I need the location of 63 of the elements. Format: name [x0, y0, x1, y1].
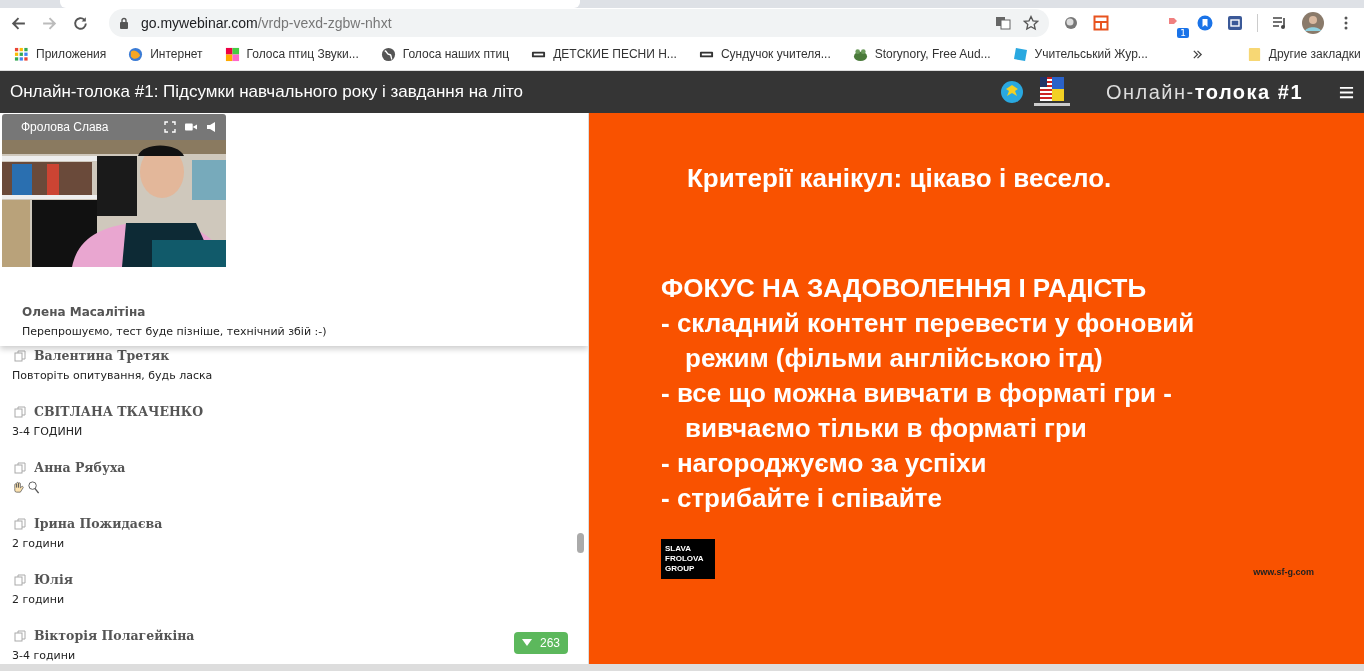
speaker-icon[interactable] — [206, 121, 218, 133]
slide-bullet: - стрибайте і співайте — [661, 484, 943, 513]
message-author: Олена Масалітіна — [22, 305, 147, 319]
message-text: 2 години — [12, 537, 66, 550]
slide-bullet: - нагороджуємо за успіхи — [661, 449, 988, 478]
slide-bullet: вивчаємо тільки в форматі гри — [684, 414, 1088, 443]
scrollbar-thumb[interactable] — [577, 533, 584, 553]
message-text: 3-4 години — [12, 649, 77, 662]
reload-icon[interactable] — [72, 14, 89, 32]
hand-icon — [12, 481, 25, 494]
bookmark-item[interactable]: Приложения — [14, 46, 107, 62]
brand-wordmark: Онлайн-толока #1 — [1105, 80, 1303, 104]
message-text: Повторіть опитування, будь ласка — [12, 369, 214, 382]
flag-logo-icon — [1033, 77, 1070, 107]
message-author: Валентина Третяк — [34, 348, 170, 363]
triangle-icon — [521, 639, 532, 647]
message-text: Перепрошуємо, тест буде пізніше, технічний збій :-) — [22, 325, 328, 338]
layout-icon[interactable] — [1093, 15, 1109, 31]
message-author: Юлія — [34, 572, 73, 587]
circle-icon[interactable] — [1063, 15, 1079, 31]
menu-icon[interactable] — [1339, 84, 1354, 100]
globe-icon — [380, 46, 396, 62]
company-logo: SLAVA FROLOVA GROUP — [661, 539, 715, 579]
bookmark-item[interactable]: Голоса птиц Звуки... — [224, 46, 359, 62]
bookmark-item[interactable]: Интернет — [128, 46, 203, 62]
fullscreen-icon[interactable] — [164, 121, 176, 133]
bookmark-item[interactable]: Голоса наших птиц — [380, 46, 510, 62]
avatar[interactable] — [1302, 12, 1324, 34]
webinar-title: Онлайн-толока #1: Підсумки навчального року і завдання на літо — [10, 82, 523, 102]
slide-bullet: - складний контент перевести у фоновий — [661, 309, 1196, 338]
message-author: Вікторія Полагейкіна — [34, 628, 195, 643]
slide-heading: ФОКУС НА ЗАДОВОЛЕННЯ І РАДІСТЬ — [661, 274, 1148, 303]
frog-icon — [852, 46, 868, 62]
lock-icon — [119, 17, 129, 29]
folder-icon — [1246, 46, 1262, 62]
message-author: Анна Рябуха — [34, 460, 126, 475]
slide-bullet: режим (фільми англійською ітд) — [684, 344, 1104, 373]
message-text: 2 години — [12, 593, 66, 606]
globe-icon — [128, 46, 144, 62]
tiles-icon — [224, 46, 240, 62]
presenter-name: Фролова Слава — [21, 120, 110, 134]
address-bar[interactable]: go.mywebinar.com/vrdp-vexd-zgbw-nhxt — [109, 9, 1049, 37]
playlist-icon[interactable] — [1272, 15, 1288, 31]
star-icon[interactable] — [1023, 15, 1039, 31]
bookmark-item[interactable]: Сундучок учителя... — [698, 46, 831, 62]
translate-icon[interactable] — [995, 15, 1011, 31]
website-text: www.sf-g.com — [1253, 567, 1314, 577]
more-bookmarks-icon[interactable] — [1191, 48, 1203, 60]
bookmark-icon[interactable] — [1197, 15, 1213, 31]
message-author: Ірина Пожидаєва — [34, 516, 163, 531]
magnifier-icon — [27, 481, 40, 494]
tv-icon[interactable] — [1227, 15, 1243, 31]
slide-bullet: - все що можна вивчати в форматі гри - — [661, 379, 1173, 408]
message-text: 3-4 ГОДИНИ — [12, 425, 84, 438]
extension-badge: 1 — [1177, 28, 1189, 38]
apps-grid-icon — [14, 46, 29, 62]
message-author: СВІТЛАНА ТКАЧЕНКО — [34, 404, 204, 419]
bookmark-item[interactable]: Storynory, Free Aud... — [852, 46, 991, 62]
camera-icon[interactable] — [185, 121, 197, 133]
bookmark-item[interactable]: ДЕТСКИЕ ПЕСНИ Н... — [531, 46, 677, 62]
bookmark-folder[interactable]: Другие закладки — [1246, 46, 1361, 62]
bookmark-item[interactable]: Учительський Жур... — [1012, 46, 1148, 62]
slide-title: Критерії канікул: цікаво і весело. — [687, 163, 1113, 194]
